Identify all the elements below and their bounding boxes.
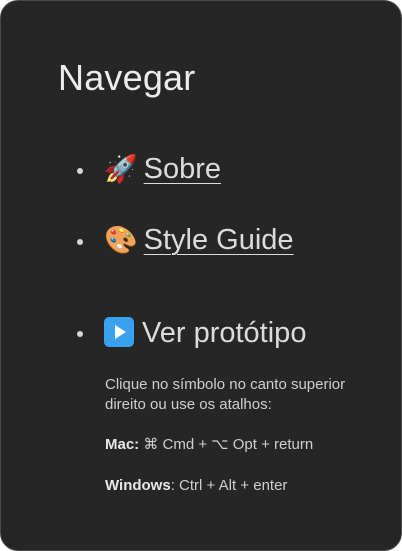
bullet-icon (77, 331, 83, 337)
prototype-help-text: Clique no símbolo no canto superior dire… (105, 376, 346, 413)
windows-shortcut-keys: : Ctrl + Alt + enter (170, 477, 288, 494)
windows-shortcut: Windows: Ctrl + Alt + enter (105, 476, 375, 496)
nav-item-label: Ver protótipo (142, 317, 307, 349)
mac-shortcut: Mac: ⌘ Cmd + ⌥ Opt + return (105, 435, 375, 455)
nav-link-label: Sobre (143, 153, 222, 185)
navigation-panel: Navegar 🚀 Sobre 🎨 Style Guide Ver protótip… (0, 0, 402, 551)
play-icon (104, 317, 134, 347)
nav-link-sobre[interactable]: 🚀 Sobre (104, 151, 221, 187)
windows-label: Windows (105, 477, 171, 494)
palette-icon: 🎨 (104, 225, 138, 255)
nav-item-ver-prototipo[interactable]: Ver protótipo (104, 315, 306, 351)
mac-label: Mac: (105, 436, 140, 453)
nav-link-label: Style Guide (143, 224, 294, 256)
mac-shortcut-keys: ⌘ Cmd + ⌥ Opt + return (143, 436, 314, 453)
bullet-icon (77, 239, 83, 245)
bullet-icon (77, 168, 83, 174)
rocket-icon: 🚀 (104, 154, 138, 184)
nav-link-style-guide[interactable]: 🎨 Style Guide (104, 222, 294, 258)
panel-title: Navegar (58, 57, 196, 98)
